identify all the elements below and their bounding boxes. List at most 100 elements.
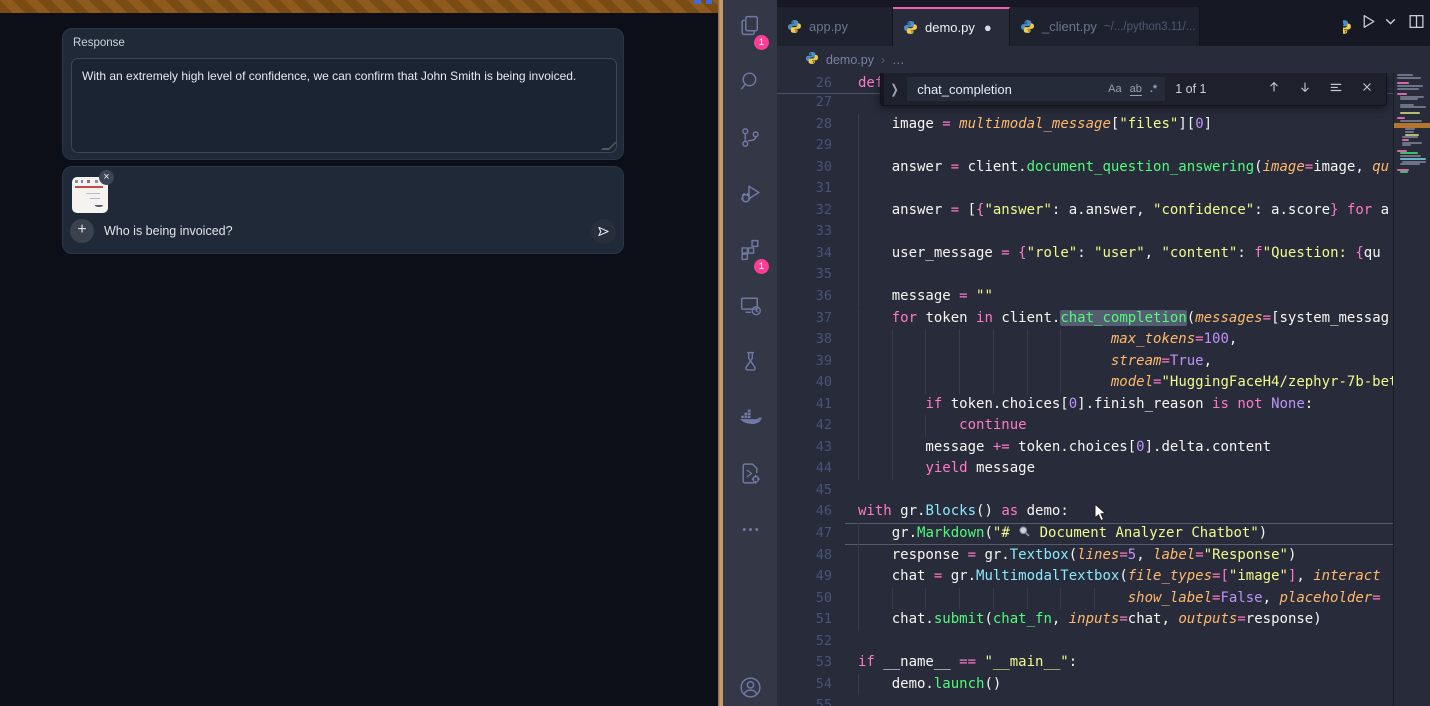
send-button[interactable] <box>591 219 616 244</box>
code-line-48[interactable]: 48 response = gr.Textbox(lines=5, label=… <box>777 545 1393 567</box>
breadcrumb: demo.py › … <box>777 46 1430 73</box>
close-find-button[interactable] <box>1360 80 1374 99</box>
activity-item-more[interactable] <box>723 504 777 560</box>
code-line-33[interactable]: 33 <box>777 221 1393 243</box>
python-file-icon <box>1020 19 1042 34</box>
find-input[interactable] <box>915 81 1104 98</box>
line-number: 44 <box>777 458 832 480</box>
find-widget-sash[interactable] <box>881 73 884 106</box>
activity-bar: 11 <box>723 0 777 706</box>
activity-item-run-debug[interactable] <box>723 168 777 224</box>
code-line-46[interactable]: 46with gr.Blocks() as demo: <box>777 501 1393 523</box>
code-line-55[interactable]: 55 <box>777 695 1393 706</box>
code-line-31[interactable]: 31 <box>777 178 1393 200</box>
find-input-box: Aa ab .* <box>907 77 1165 101</box>
docker-icon <box>738 405 763 435</box>
top-blue-fragment <box>706 0 712 4</box>
minimap-line <box>1397 169 1409 171</box>
line-number: 49 <box>777 566 832 588</box>
code-line-34[interactable]: 34 user_message = {"role": "user", "cont… <box>777 243 1393 265</box>
code-line-52[interactable]: 52 <box>777 631 1393 653</box>
breadcrumb-symbol[interactable]: … <box>892 53 905 67</box>
code-line-37[interactable]: 37 for token in client.chat_completion(m… <box>777 308 1393 330</box>
run-dropdown-chevron-icon[interactable] <box>1382 13 1399 35</box>
code-line-42[interactable]: 42 continue <box>777 415 1393 437</box>
activity-item-source-control[interactable] <box>723 112 777 168</box>
gradio-app-panel: Response With an extremely high level of… <box>0 0 718 706</box>
code-line-32[interactable]: 32 answer = [{"answer": a.answer, "confi… <box>777 200 1393 222</box>
code-line-30[interactable]: 30 answer = client.document_question_ans… <box>777 157 1393 179</box>
code-editor[interactable]: 26def ❯ Aa ab .* 1 of 1 <box>777 73 1430 706</box>
add-attachment-button[interactable]: + <box>70 219 94 243</box>
code-line-54[interactable]: 54 demo.launch() <box>777 674 1393 696</box>
activity-item-remote-explorer[interactable] <box>723 280 777 336</box>
top-stripe-bar <box>0 0 718 13</box>
code-line-51[interactable]: 51 chat.submit(chat_fn, inputs=chat, out… <box>777 609 1393 631</box>
run-python-file-button[interactable] <box>1360 13 1377 35</box>
paper-plane-icon <box>597 225 610 238</box>
code-line-40[interactable]: 40 model="HuggingFaceH4/zephyr-7b-beta <box>777 372 1393 394</box>
find-widget: ❯ Aa ab .* 1 of 1 <box>880 73 1387 106</box>
screen: Response With an extremely high level of… <box>0 0 1430 706</box>
code-line-29[interactable]: 29 <box>777 135 1393 157</box>
code-line-45[interactable]: 45 <box>777 480 1393 502</box>
thumbnail-red-rule <box>75 186 103 188</box>
line-number: 32 <box>777 200 832 222</box>
minimap-line <box>1402 139 1409 141</box>
whole-word-toggle[interactable]: ab <box>1130 83 1142 96</box>
minimap[interactable] <box>1393 73 1430 706</box>
minimap-line <box>1405 134 1419 136</box>
minimap-line <box>1397 88 1419 90</box>
code-line-35[interactable]: 35 <box>777 264 1393 286</box>
next-match-button[interactable] <box>1298 80 1312 99</box>
breadcrumb-separator: › <box>881 53 885 67</box>
remove-attachment-button[interactable]: × <box>99 170 114 185</box>
activity-item-search[interactable] <box>723 56 777 112</box>
minimap-line <box>1405 128 1415 130</box>
code-line-50[interactable]: 50 show_label=False, placeholder= <box>777 588 1393 610</box>
code-line-43[interactable]: 43 message += token.choices[0].delta.con… <box>777 437 1393 459</box>
line-number: 31 <box>777 178 832 200</box>
activity-item-account[interactable] <box>723 662 777 706</box>
tab-description: ~/.../python3.11/... <box>1104 21 1196 33</box>
code-line-41[interactable]: 41 if token.choices[0].finish_reason is … <box>777 394 1393 416</box>
activity-item-docker[interactable] <box>723 392 777 448</box>
code-line-36[interactable]: 36 message = "" <box>777 286 1393 308</box>
overflow-tab-python-icon[interactable] <box>1343 19 1352 35</box>
toggle-replace-chevron-icon[interactable]: ❯ <box>890 81 898 97</box>
code-line-53[interactable]: 53if __name__ == "__main__": <box>777 652 1393 674</box>
breadcrumb-file[interactable]: demo.py <box>826 53 874 67</box>
line-number: 34 <box>777 243 832 265</box>
minimap-line <box>1400 158 1426 160</box>
minimap-line <box>1397 77 1421 79</box>
python-file-icon <box>805 51 819 68</box>
code-line-47[interactable]: 47 gr.Markdown("# Document Analyzer Chat… <box>777 523 1393 545</box>
line-number: 28 <box>777 114 832 136</box>
activity-item-code-runner[interactable] <box>723 448 777 504</box>
find-in-selection-button[interactable] <box>1329 80 1343 99</box>
chat-message-input[interactable]: Who is being invoiced? <box>104 224 233 238</box>
tab-_client.py[interactable]: _client.py~/.../python3.11/... <box>1010 7 1200 46</box>
tab-demo.py[interactable]: demo.py● <box>893 7 1010 46</box>
minimap-line <box>1400 120 1422 122</box>
activity-item-extensions[interactable]: 1 <box>723 224 777 280</box>
line-number: 54 <box>777 674 832 696</box>
previous-match-button[interactable] <box>1267 80 1281 99</box>
source-control-icon <box>738 125 763 155</box>
split-editor-button[interactable] <box>1408 13 1425 35</box>
response-textarea[interactable]: With an extremely high level of confiden… <box>71 58 617 153</box>
run-debug-icon <box>738 181 763 211</box>
regex-toggle[interactable]: .* <box>1150 83 1157 95</box>
match-case-toggle[interactable]: Aa <box>1108 83 1121 95</box>
code-line-49[interactable]: 49 chat = gr.MultimodalTextbox(file_type… <box>777 566 1393 588</box>
tab-app.py[interactable]: app.py <box>777 7 893 46</box>
code-line-28[interactable]: 28 image = multimodal_message["files"][0… <box>777 114 1393 136</box>
line-number: 42 <box>777 415 832 437</box>
code-line-39[interactable]: 39 stream=True, <box>777 351 1393 373</box>
code-line-38[interactable]: 38 max_tokens=100, <box>777 329 1393 351</box>
line-number: 45 <box>777 480 832 502</box>
activity-item-testing[interactable] <box>723 336 777 392</box>
code-line-44[interactable]: 44 yield message <box>777 458 1393 480</box>
line-number: 33 <box>777 221 832 243</box>
activity-item-explorer[interactable]: 1 <box>723 0 777 56</box>
